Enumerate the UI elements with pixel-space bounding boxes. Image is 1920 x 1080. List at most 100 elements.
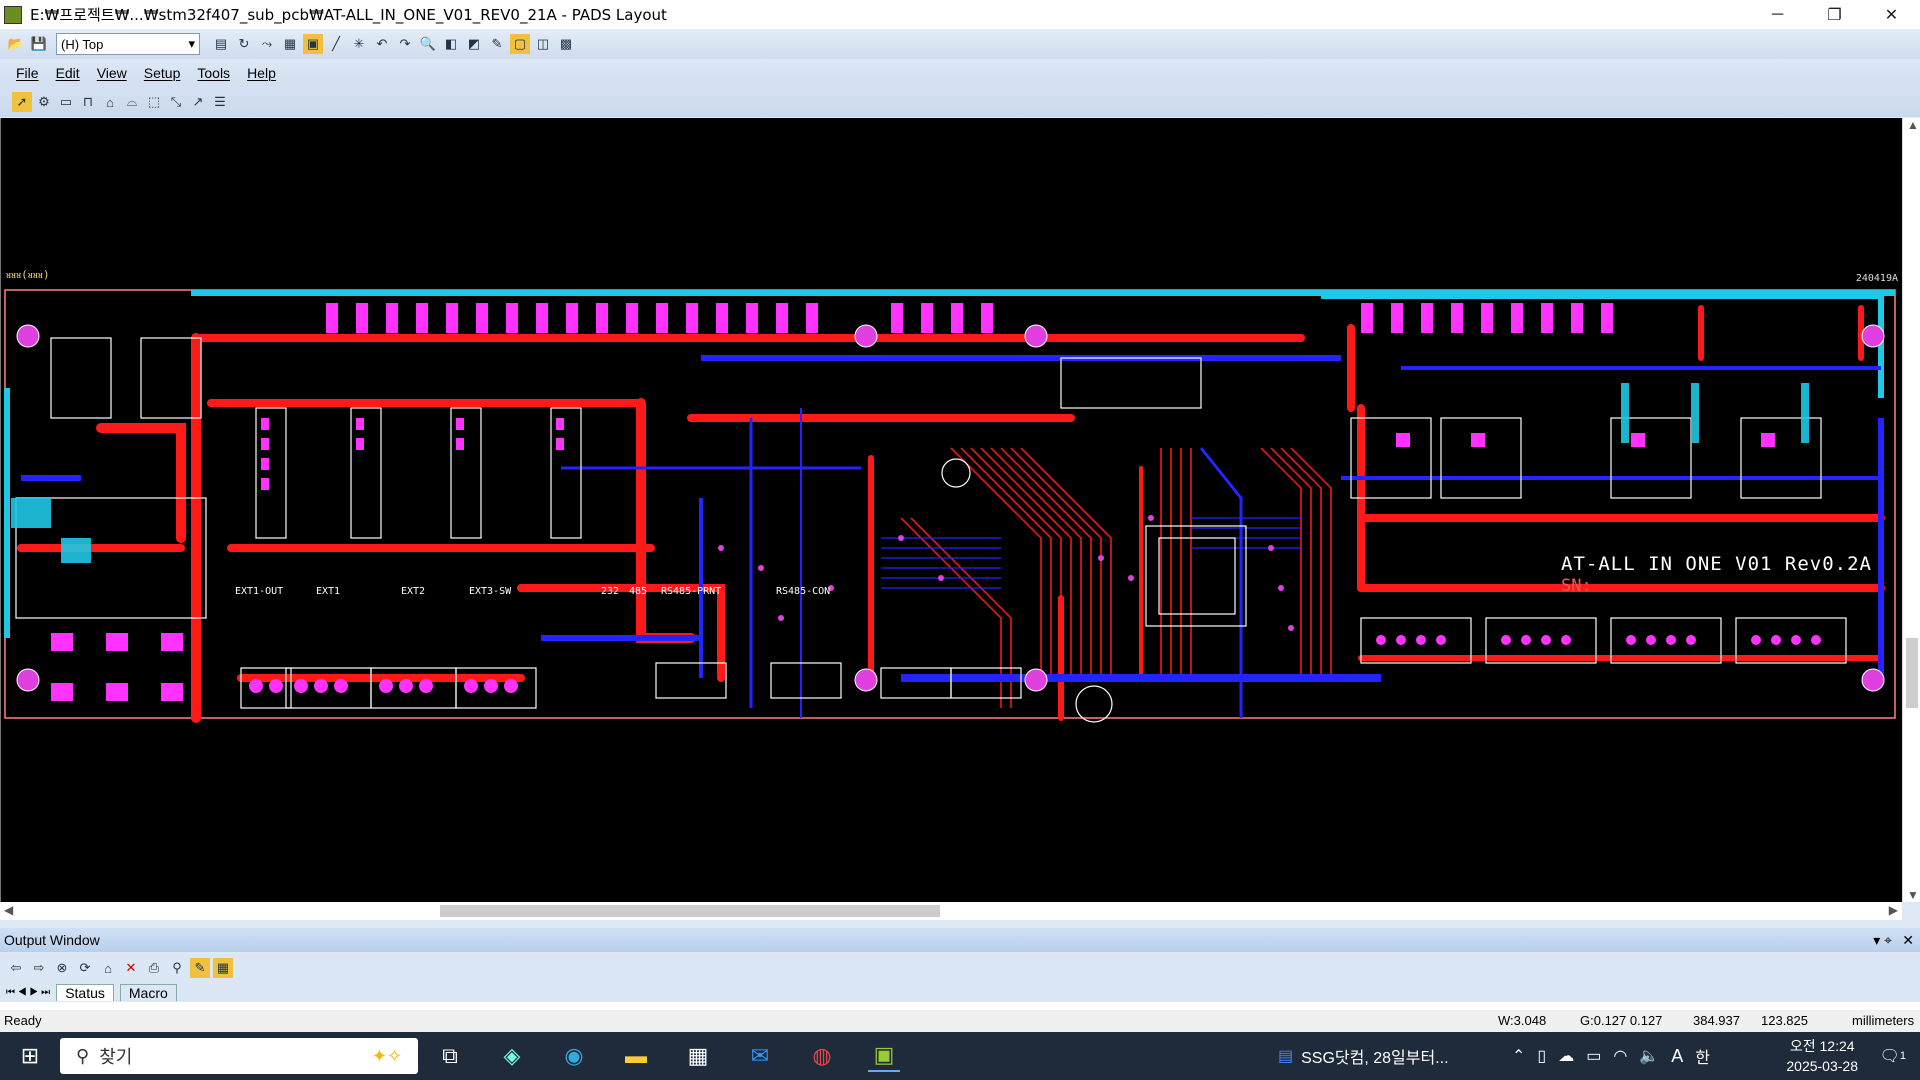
ecos-toolbar-icon[interactable]: ⌂ xyxy=(100,92,120,112)
connector-label-ext1-out: EXT1-OUT xyxy=(235,586,284,597)
system-tray: ⌃ ▯ ☁ ▭ ◠ 🔈 A 한 xyxy=(1512,1032,1710,1080)
connector-label-ext2: EXT2 xyxy=(401,586,426,597)
menu-help[interactable]: Help xyxy=(247,65,276,81)
output-close-icon[interactable]: ✕ xyxy=(1902,932,1914,949)
clear-icon[interactable]: ✕ xyxy=(121,958,141,978)
refresh-icon[interactable]: ⟳ xyxy=(75,958,95,978)
volume-icon[interactable]: 🔈 xyxy=(1639,1046,1659,1066)
forward-icon[interactable]: ⇨ xyxy=(29,958,49,978)
bga-toolbar-icon[interactable]: ⌓ xyxy=(122,92,142,112)
design-toolbar-icon[interactable]: ⚙ xyxy=(34,92,54,112)
news-widget[interactable]: ▤ SSG닷컴, 28일부터... xyxy=(1278,1032,1449,1080)
pour-icon[interactable]: ◩ xyxy=(464,34,484,54)
scroll-right-icon[interactable]: ▶ xyxy=(1889,903,1898,917)
device-icon[interactable]: ▯ xyxy=(1537,1046,1546,1066)
notification-icon: 🗨 xyxy=(1879,1048,1900,1065)
line-icon[interactable]: ╱ xyxy=(326,34,346,54)
menu-tools[interactable]: Tools xyxy=(197,65,230,81)
ime-hangul[interactable]: 한 xyxy=(1695,1044,1710,1068)
find-icon[interactable]: ⚲ xyxy=(167,958,187,978)
edge-icon[interactable]: ◉ xyxy=(558,1040,590,1072)
horizontal-scroll-thumb[interactable] xyxy=(440,905,940,917)
menu-file[interactable]: File xyxy=(16,65,39,81)
menu-edit[interactable]: Edit xyxy=(56,65,80,81)
notification-button[interactable]: 🗨 1 xyxy=(1880,1032,1906,1080)
output-content xyxy=(0,1002,1920,1010)
status-x: 384.937 xyxy=(1693,1013,1740,1028)
vertical-scroll-thumb[interactable] xyxy=(1906,638,1918,708)
store-icon[interactable]: ▦ xyxy=(682,1040,714,1072)
maximize-button[interactable]: ❐ xyxy=(1806,0,1863,29)
clock-date: 2025-03-28 xyxy=(1786,1058,1858,1074)
route-toolbar-icon[interactable]: ⤡ xyxy=(166,92,186,112)
vertical-scrollbar[interactable]: ▲ ▼ xyxy=(1902,118,1920,902)
copilot-icon[interactable]: ◈ xyxy=(496,1040,528,1072)
dimension-toolbar-icon[interactable]: ⊓ xyxy=(78,92,98,112)
search-placeholder: 찾기 xyxy=(99,1047,133,1067)
chrome-icon[interactable]: ◍ xyxy=(806,1040,838,1072)
zoom-icon[interactable]: 🔍 xyxy=(418,34,438,54)
cloud-icon[interactable]: ☁ xyxy=(1558,1046,1574,1066)
scroll-down-icon[interactable]: ▼ xyxy=(1907,888,1919,902)
output-tabs: ⏮ ◀ ▶ ⏭ Status Macro xyxy=(0,982,1920,1002)
sparkle-icon: ✦✧ xyxy=(371,1045,402,1066)
table-icon[interactable]: ▦ xyxy=(213,958,233,978)
edit-icon[interactable]: ✎ xyxy=(190,958,210,978)
home-icon[interactable]: ⌂ xyxy=(98,958,118,978)
redo-icon[interactable]: ↷ xyxy=(395,34,415,54)
horizontal-scrollbar[interactable]: ◀ ▶ xyxy=(0,902,1902,920)
palette-icon[interactable]: ▩ xyxy=(556,34,576,54)
pads-taskbar-icon[interactable]: ▣ xyxy=(868,1040,900,1072)
pointer-icon[interactable]: ➚ xyxy=(12,92,32,112)
menu-setup[interactable]: Setup xyxy=(144,65,181,81)
notification-count: 1 xyxy=(1899,1050,1906,1062)
list-icon[interactable]: ☰ xyxy=(210,92,230,112)
tab-nav-icon[interactable]: ⏮ ◀ ▶ ⏭ xyxy=(6,987,50,998)
pcb-board[interactable] xyxy=(1,118,1902,902)
layer-settings-icon[interactable]: ▤ xyxy=(211,34,231,54)
clock[interactable]: 오전 12:24 2025-03-28 xyxy=(1786,1036,1858,1076)
layer-select-value: (H) Top xyxy=(61,36,104,52)
battery-icon[interactable]: ▭ xyxy=(1586,1046,1601,1066)
scroll-up-icon[interactable]: ▲ xyxy=(1907,118,1919,132)
window-icon[interactable]: ◫ xyxy=(533,34,553,54)
stop-icon[interactable]: ⊗ xyxy=(52,958,72,978)
print-icon[interactable]: ⎙ xyxy=(144,958,164,978)
save-icon[interactable]: 💾 xyxy=(29,34,49,54)
windows-start-icon[interactable]: ⊞ xyxy=(14,1040,46,1072)
select-mode-icon[interactable]: ▢ xyxy=(510,34,530,54)
outlook-icon[interactable]: ✉ xyxy=(744,1040,776,1072)
chevron-down-icon: ▾ xyxy=(188,36,195,51)
component-icon[interactable]: ✳ xyxy=(349,34,369,54)
grid-icon[interactable]: ▦ xyxy=(280,34,300,54)
sketch-route-icon[interactable]: ⬚ xyxy=(144,92,164,112)
modeless-toolbar: ➚ ⚙ ▭ ⊓ ⌂ ⌓ ⬚ ⤡ ↗ ☰ xyxy=(0,87,1920,117)
undo-icon[interactable]: ↶ xyxy=(372,34,392,54)
chevron-up-icon[interactable]: ⌃ xyxy=(1512,1046,1525,1066)
menu-view[interactable]: View xyxy=(97,65,127,81)
autoroute-icon[interactable]: ↗ xyxy=(188,92,208,112)
drafting-toolbar-icon[interactable]: ▭ xyxy=(56,92,76,112)
pin-icon[interactable]: ▾ ⌖ xyxy=(1873,932,1892,949)
minimize-button[interactable]: ─ xyxy=(1749,0,1806,29)
layer-select[interactable]: (H) Top ▾ xyxy=(56,33,200,55)
close-button[interactable]: ✕ xyxy=(1863,0,1920,29)
scroll-left-icon[interactable]: ◀ xyxy=(4,903,13,917)
tab-status[interactable]: Status xyxy=(56,983,114,1001)
view-icon[interactable]: ◧ xyxy=(441,34,461,54)
highlight-icon[interactable]: ▣ xyxy=(303,34,323,54)
file-explorer-icon[interactable]: ▬ xyxy=(620,1040,652,1072)
wifi-icon[interactable]: ◠ xyxy=(1613,1046,1627,1066)
search-box[interactable]: ⚲ 찾기 ✦✧ xyxy=(60,1038,418,1074)
open-icon[interactable]: 📂 xyxy=(6,34,26,54)
back-icon[interactable]: ⇦ xyxy=(6,958,26,978)
route-icon[interactable]: ⤳ xyxy=(257,34,277,54)
redraw-icon[interactable]: ↻ xyxy=(234,34,254,54)
standard-toolbar: 📂 💾 (H) Top ▾ ▤ ↻ ⤳ ▦ ▣ ╱ ✳ ↶ ↷ 🔍 ◧ ◩ ✎ … xyxy=(0,29,1920,59)
connector-label-232: 232 xyxy=(601,586,620,597)
ime-mode[interactable]: A xyxy=(1671,1046,1683,1067)
task-view-icon[interactable]: ⧉ xyxy=(434,1040,466,1072)
tab-macro[interactable]: Macro xyxy=(119,983,177,1001)
brush-icon[interactable]: ✎ xyxy=(487,34,507,54)
layout-canvas[interactable]: ᴚᴚᴚ(ᴚᴚᴚ) 240419A AT-ALL IN ONE V01 Rev0.… xyxy=(0,118,1902,902)
